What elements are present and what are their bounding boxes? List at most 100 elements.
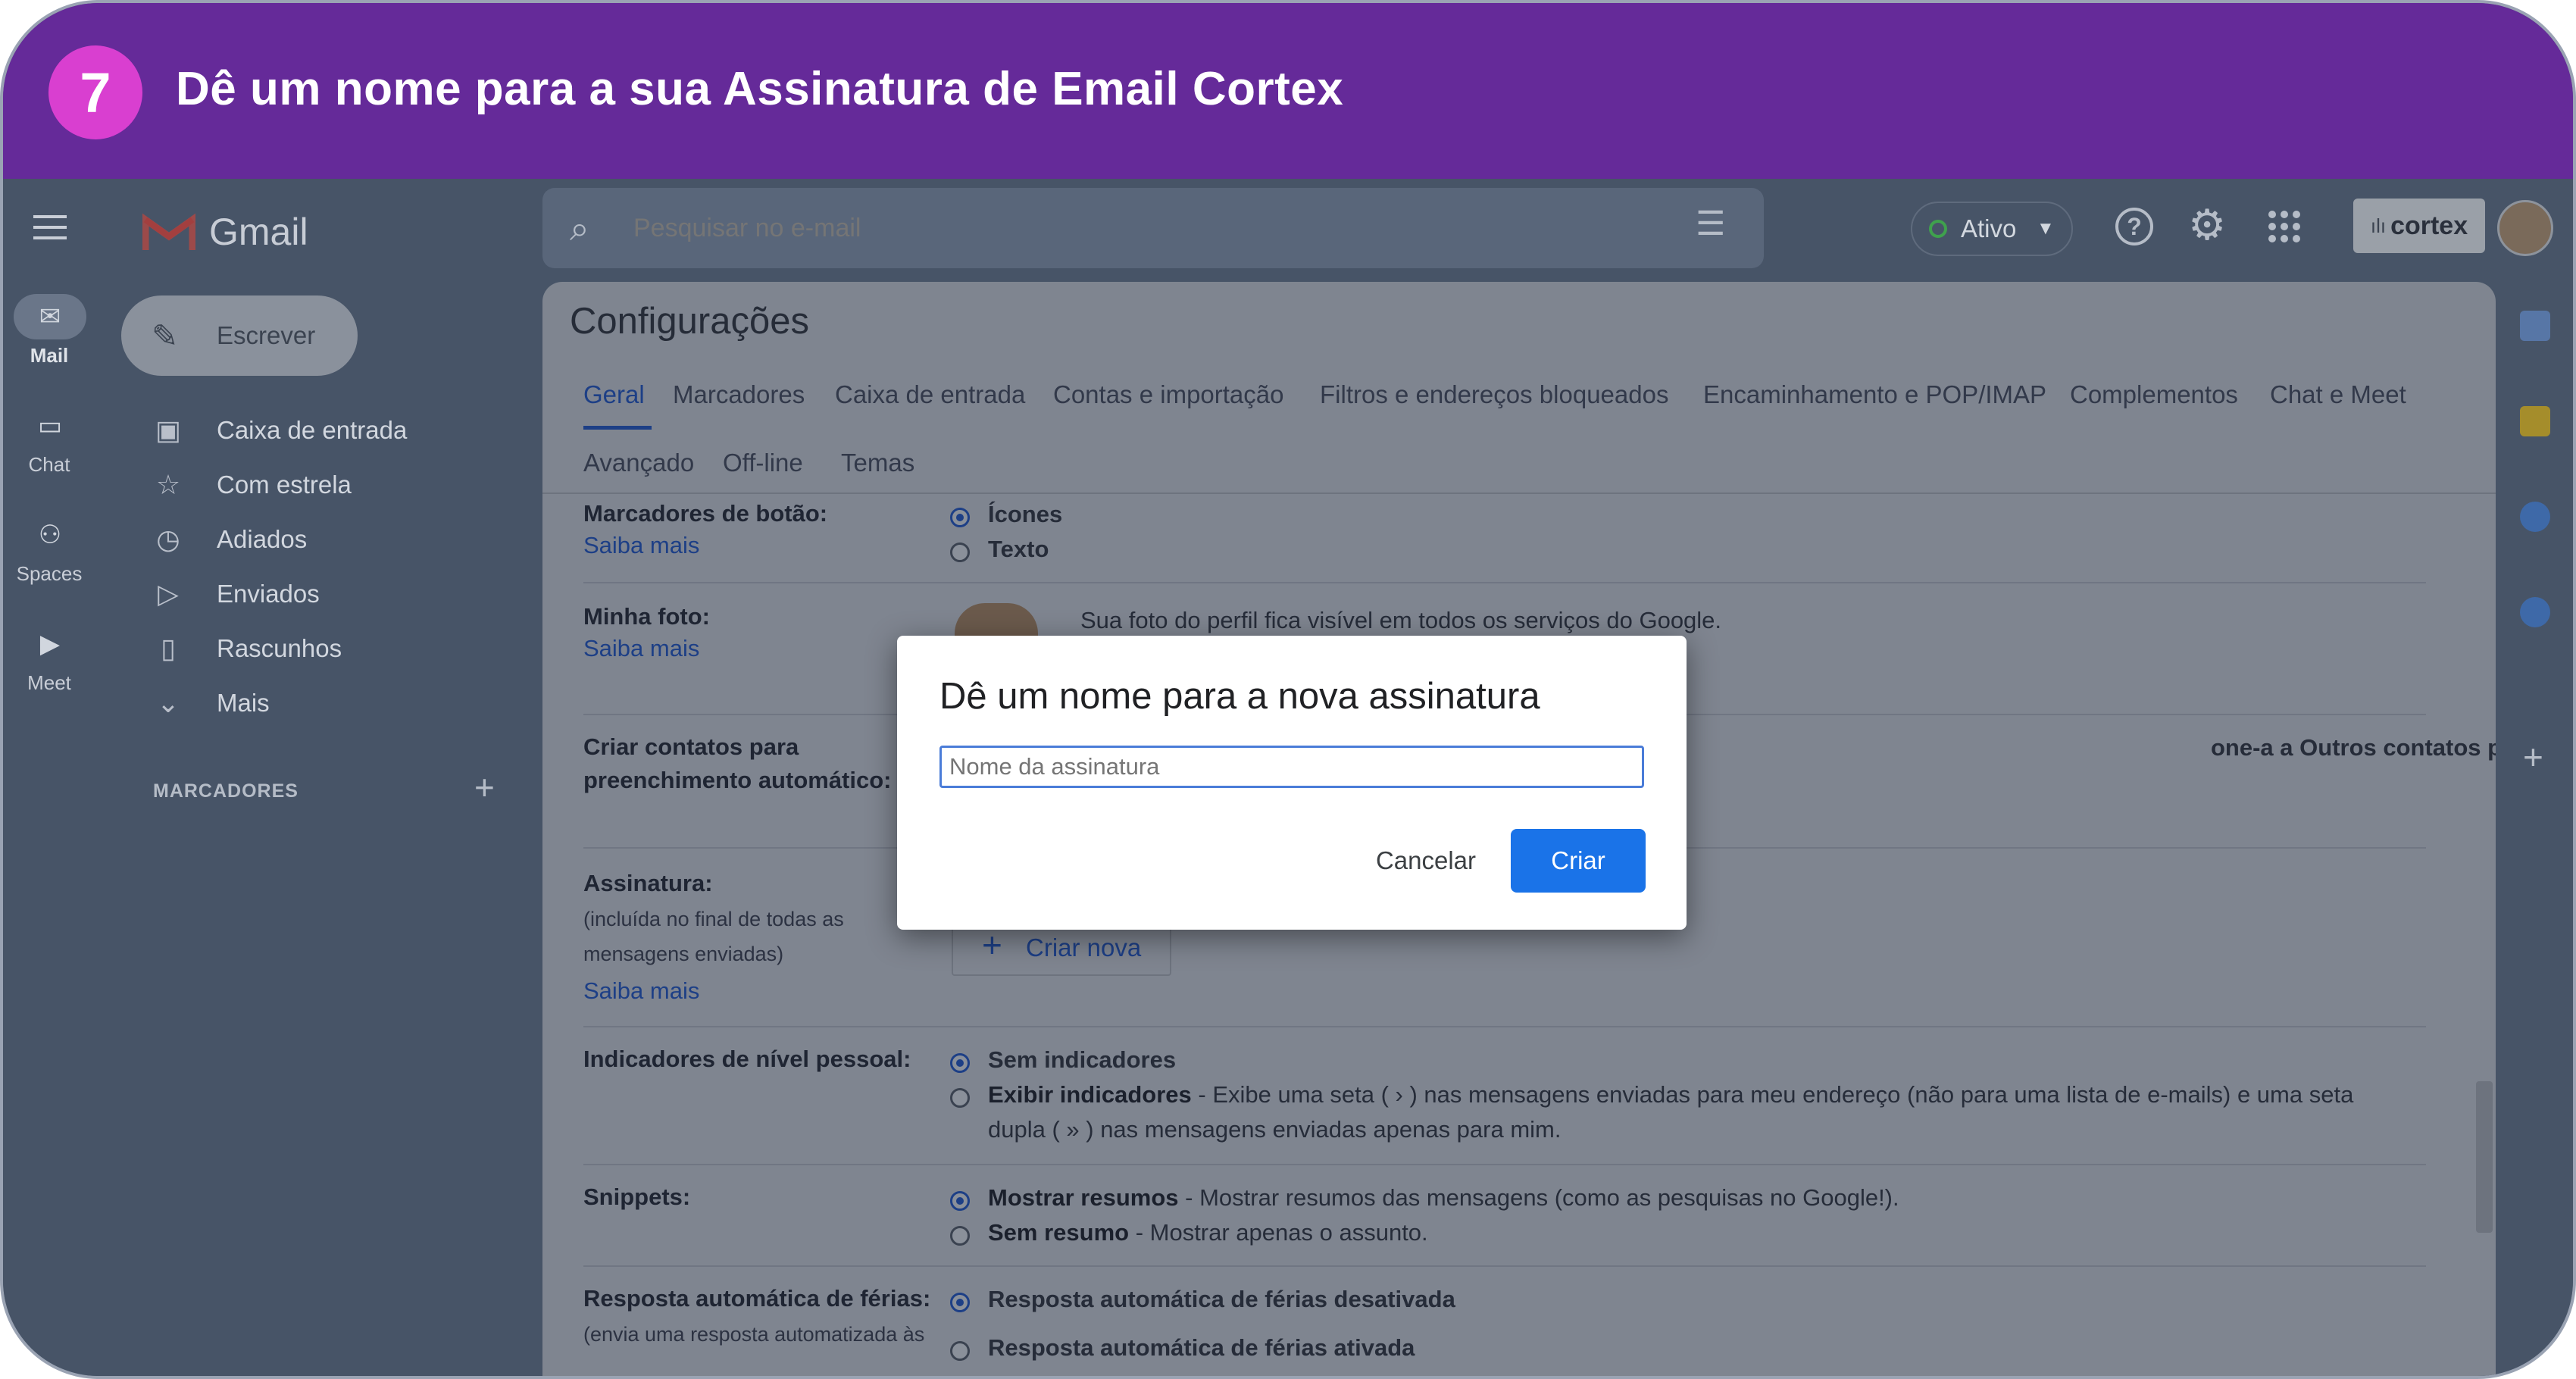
- tab-general[interactable]: Geral: [583, 380, 645, 409]
- tab-labels[interactable]: Marcadores: [673, 380, 805, 409]
- opt-text: Texto: [988, 536, 1049, 562]
- learn-more-link[interactable]: Saiba mais: [583, 977, 699, 1005]
- nav-snoozed-label: Adiados: [217, 525, 308, 553]
- tab-filters[interactable]: Filtros e endereços bloqueados: [1320, 380, 1668, 409]
- button-labels-label: Marcadores de botão:: [583, 500, 828, 527]
- chevron-down-icon: ⌄: [156, 687, 180, 718]
- cortex-brand-text: cortex: [2390, 211, 2468, 240]
- star-icon: ☆: [155, 469, 181, 500]
- contacts-icon[interactable]: [2520, 597, 2550, 627]
- tasks-icon[interactable]: [2520, 502, 2550, 532]
- cortex-brand-logo: ılı cortex: [2353, 199, 2485, 253]
- tab-addons[interactable]: Complementos: [2070, 380, 2238, 409]
- contacts-option-text: one-a a Outros contatos para que eu poss…: [2211, 734, 2496, 761]
- tab-active-indicator: [583, 426, 652, 430]
- status-label: Ativo: [1961, 214, 2017, 242]
- help-icon[interactable]: ?: [2115, 208, 2153, 245]
- settings-title: Configurações: [570, 301, 809, 342]
- compose-label: Escrever: [217, 321, 316, 349]
- signature-name-input[interactable]: [939, 746, 1644, 788]
- radio-no-snippets[interactable]: [950, 1226, 970, 1246]
- gmail-logo[interactable]: Gmail: [142, 209, 308, 255]
- keep-icon[interactable]: [2520, 406, 2550, 436]
- radio-icons[interactable]: [950, 508, 970, 527]
- opt-icons: Ícones: [988, 501, 1063, 527]
- avatar[interactable]: [2497, 200, 2553, 256]
- learn-more-link[interactable]: Saiba mais: [583, 532, 699, 559]
- tab-accounts[interactable]: Contas e importação: [1053, 380, 1284, 409]
- create-signature-label: Criar nova: [1026, 933, 1142, 962]
- cancel-button[interactable]: Cancelar: [1336, 829, 1515, 893]
- spaces-icon: ⚇: [38, 521, 62, 549]
- snippets-label: Snippets:: [583, 1184, 691, 1210]
- rail-chat-label: Chat: [28, 453, 70, 476]
- rail-meet-label: Meet: [27, 671, 71, 694]
- photo-description: Sua foto do perfil fica visível em todos…: [1080, 607, 1722, 633]
- radio-vacation-off[interactable]: [950, 1293, 970, 1312]
- plus-icon: +: [982, 925, 1002, 965]
- radio-vacation-on[interactable]: [950, 1341, 970, 1361]
- cortex-bars-icon: ılı: [2370, 214, 2387, 237]
- row-divider: [583, 1164, 2426, 1165]
- clock-icon: ◷: [156, 524, 180, 555]
- name-signature-dialog: Dê um nome para a nova assinatura Cancel…: [897, 636, 1687, 930]
- opt-no-indicators: Sem indicadores: [988, 1046, 1177, 1073]
- tabs-divider: [542, 492, 2496, 494]
- create-button[interactable]: Criar: [1511, 829, 1646, 893]
- radio-text[interactable]: [950, 543, 970, 562]
- apps-grid-icon[interactable]: [2268, 211, 2300, 242]
- search-options-icon[interactable]: ☰: [1696, 205, 1725, 243]
- rail-mail[interactable]: ✉ Mail: [14, 294, 86, 367]
- rail-spaces-label: Spaces: [16, 562, 83, 585]
- main-menu-icon[interactable]: [33, 215, 67, 242]
- row-divider: [583, 1026, 2426, 1027]
- nav-starred-label: Com estrela: [217, 471, 352, 499]
- mail-icon: ✉: [14, 294, 86, 339]
- opt-vacation-on: Resposta automática de férias ativada: [988, 1334, 1415, 1361]
- opt-no-snippets: Sem resumo - Mostrar apenas o assunto.: [988, 1215, 1428, 1250]
- tab-offline[interactable]: Off-line: [723, 449, 803, 477]
- dialog-title: Dê um nome para a nova assinatura: [939, 676, 1540, 717]
- status-button[interactable]: Ativo ▼: [1911, 202, 2073, 256]
- calendar-icon[interactable]: [2520, 311, 2550, 341]
- search-input[interactable]: [633, 206, 1618, 250]
- gmail-app: Gmail ✉ Mail ▭ Chat ⚇ Spaces ▶ Meet ✎ Es…: [3, 179, 2573, 1376]
- personal-indicators-label: Indicadores de nível pessoal:: [583, 1046, 911, 1072]
- search-icon: ⌕: [570, 208, 589, 248]
- opt-show-snippets: Mostrar resumos - Mostrar resumos das me…: [988, 1180, 1899, 1215]
- compose-button[interactable]: ✎ Escrever: [121, 296, 358, 376]
- radio-show-indicators[interactable]: [950, 1088, 970, 1108]
- screenshot-frame: 7 Dê um nome para a sua Assinatura de Em…: [0, 0, 2576, 1379]
- tab-forwarding[interactable]: Encaminhamento e POP/IMAP: [1703, 380, 2046, 409]
- tab-chat-meet[interactable]: Chat e Meet: [2270, 380, 2406, 409]
- radio-no-indicators[interactable]: [950, 1053, 970, 1073]
- meet-icon: ▶: [39, 630, 61, 658]
- inbox-icon: ▣: [155, 414, 181, 446]
- tab-inbox[interactable]: Caixa de entrada: [835, 380, 1025, 409]
- nav-more-label: Mais: [217, 689, 270, 717]
- opt-show-snippets-text: - Mostrar resumos das mensagens (como as…: [1178, 1184, 1899, 1211]
- tab-themes[interactable]: Temas: [841, 449, 914, 477]
- step-title: Dê um nome para a sua Assinatura de Emai…: [176, 63, 1344, 115]
- vacation-label: Resposta automática de férias:: [583, 1285, 931, 1312]
- nav-drafts-label: Rascunhos: [217, 634, 342, 662]
- rail-mail-label: Mail: [30, 344, 69, 367]
- rail-chat[interactable]: ▭ Chat: [14, 403, 85, 477]
- rail-meet[interactable]: ▶ Meet: [14, 621, 85, 695]
- radio-show-snippets[interactable]: [950, 1191, 970, 1211]
- contacts-label-1: Criar contatos para: [583, 733, 799, 760]
- chat-icon: ▭: [37, 411, 63, 440]
- search-bar[interactable]: ⌕ ☰: [542, 188, 1764, 268]
- scrollbar-thumb[interactable]: [2476, 1081, 2493, 1233]
- row-divider: [583, 582, 2426, 583]
- tab-advanced[interactable]: Avançado: [583, 449, 694, 477]
- vacation-sub: (envia uma resposta automatizada às: [583, 1323, 925, 1346]
- learn-more-link[interactable]: Saiba mais: [583, 635, 699, 662]
- gear-icon[interactable]: ⚙: [2188, 200, 2226, 250]
- add-addon-icon[interactable]: +: [2523, 740, 2543, 774]
- caret-down-icon: ▼: [2037, 218, 2055, 239]
- step-banner: 7 Dê um nome para a sua Assinatura de Em…: [3, 3, 2573, 179]
- rail-spaces[interactable]: ⚇ Spaces: [14, 512, 85, 586]
- add-label-icon[interactable]: +: [474, 770, 495, 805]
- signature-sub-2: mensagens enviadas): [583, 943, 784, 965]
